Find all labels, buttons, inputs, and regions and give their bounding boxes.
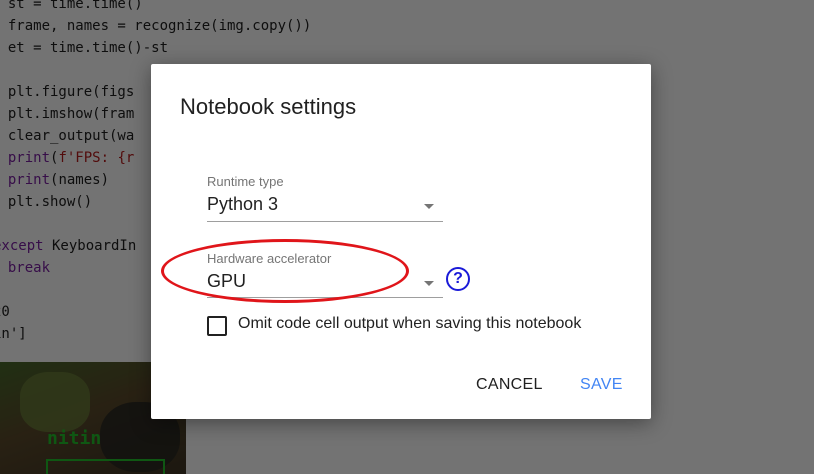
- help-icon[interactable]: ?: [446, 267, 470, 291]
- hardware-accelerator-value: GPU: [207, 271, 247, 291]
- runtime-type-label: Runtime type: [207, 174, 284, 189]
- omit-output-checkbox[interactable]: [207, 316, 227, 336]
- cancel-button[interactable]: CANCEL: [476, 376, 543, 394]
- dialog-title: Notebook settings: [180, 94, 357, 119]
- notebook-settings-dialog: Notebook settings Runtime type Python 3 …: [151, 64, 651, 419]
- chevron-down-icon: [424, 204, 434, 209]
- hardware-accelerator-label: Hardware accelerator: [207, 251, 332, 266]
- omit-output-label[interactable]: Omit code cell output when saving this n…: [238, 315, 581, 333]
- hardware-accelerator-underline: [207, 297, 443, 298]
- save-button[interactable]: SAVE: [580, 376, 623, 394]
- runtime-type-select[interactable]: Runtime type Python 3: [207, 174, 443, 222]
- runtime-type-underline: [207, 221, 443, 222]
- hardware-accelerator-select[interactable]: Hardware accelerator GPU: [207, 251, 443, 299]
- chevron-down-icon: [424, 281, 434, 286]
- runtime-type-value: Python 3: [207, 194, 279, 214]
